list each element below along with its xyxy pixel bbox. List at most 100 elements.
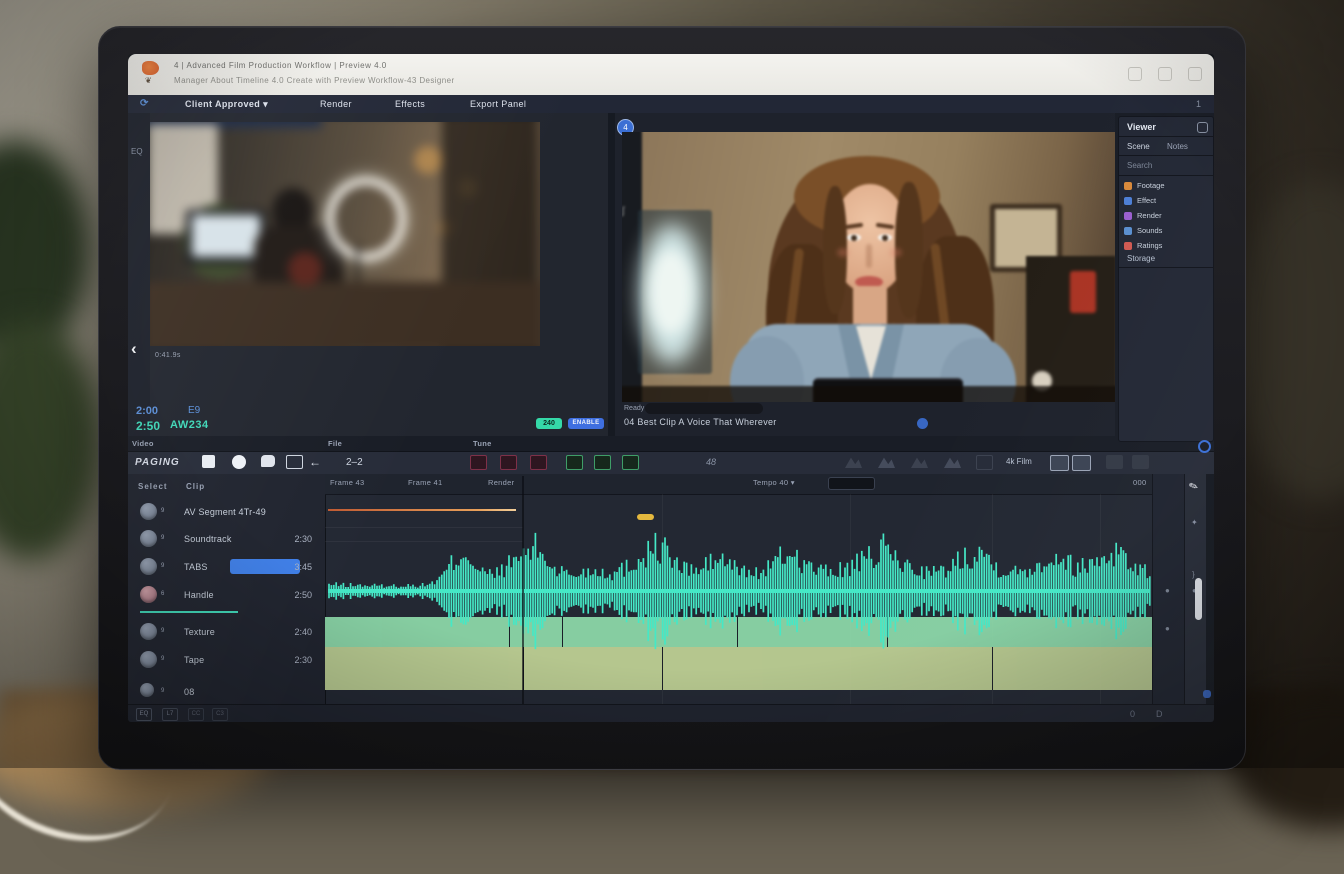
- track-name: Soundtrack: [184, 534, 232, 544]
- scene-red-object: [1070, 271, 1096, 313]
- ruler-label-2: Frame 41: [408, 478, 443, 487]
- track-num: 9: [161, 508, 164, 514]
- track-num: 9: [161, 688, 164, 694]
- track-name: TABS: [184, 562, 208, 572]
- track-list-panel: Select Clip 9 AV Segment 4Tr-49 9 Soundt…: [128, 474, 326, 704]
- status-icon-c3[interactable]: C3: [212, 708, 228, 721]
- playhead[interactable]: [522, 476, 524, 704]
- layout-toggle-icon[interactable]: [1072, 455, 1091, 471]
- viewer-item-sounds[interactable]: Sounds: [1124, 225, 1208, 238]
- status-icon-cc[interactable]: CC: [188, 708, 204, 721]
- track-row[interactable]: 9 AV Segment 4Tr-49: [128, 501, 325, 525]
- corner-blue-icon[interactable]: [1203, 690, 1211, 698]
- track-row[interactable]: 9 Texture 2:40: [128, 621, 325, 645]
- marker-red-icon[interactable]: [470, 455, 487, 470]
- audio-waveform[interactable]: [328, 509, 1152, 679]
- sparkle-icon[interactable]: ✦: [1191, 518, 1198, 527]
- format-label: 4k Film: [1006, 457, 1032, 466]
- brace-icon[interactable]: }: [1192, 570, 1195, 579]
- timecode-row1: 2:00: [136, 405, 158, 417]
- collapse-chevron-icon[interactable]: ‹: [131, 339, 137, 359]
- clip-green-icon[interactable]: [566, 455, 583, 470]
- clip-time-label: 0:41.9s: [155, 352, 181, 359]
- keyframe-icon[interactable]: [944, 455, 961, 468]
- center-counter: 48: [706, 457, 716, 467]
- track-name: Tape: [184, 655, 204, 665]
- track-row[interactable]: 9 Tape 2:30: [128, 649, 325, 673]
- stop-icon[interactable]: [202, 455, 215, 468]
- track-row[interactable]: 6 Handle 2:50: [128, 584, 325, 608]
- track-row[interactable]: 9 Soundtrack 2:30: [128, 528, 325, 552]
- timeline-section: Select Clip 9 AV Segment 4Tr-49 9 Soundt…: [128, 474, 1214, 704]
- viewer-item-ratings[interactable]: Ratings: [1124, 240, 1208, 253]
- image-icon[interactable]: [286, 455, 303, 469]
- scene-monitor-glow: [192, 215, 260, 257]
- viewer-item-footage[interactable]: Footage: [1124, 180, 1208, 193]
- timeline-ruler[interactable]: Frame 43 Frame 41 Render Tempo 40 ▾ 000: [325, 474, 1152, 495]
- timeline-tool-strip: ✎ ✦ } ●: [1184, 474, 1207, 704]
- program-caption: 04 Best Clip A Voice That Wherever: [624, 417, 777, 427]
- play-icon[interactable]: ⟳: [140, 98, 148, 109]
- menu-item-client-approved[interactable]: Client Approved ▾: [185, 99, 268, 110]
- viewer-item-render[interactable]: Render: [1124, 210, 1208, 223]
- window-control-icon[interactable]: [1158, 67, 1172, 81]
- scene-desk-dark: [622, 386, 1115, 402]
- scene-bokeh: [414, 146, 442, 174]
- section-label-tune: Tune: [473, 439, 492, 448]
- status-icon-eq[interactable]: EQ: [136, 708, 152, 721]
- program-status: Ready: [624, 405, 644, 412]
- range-counter: 2–2: [346, 457, 363, 468]
- tempo-dropdown[interactable]: Tempo 40 ▾: [753, 478, 795, 487]
- viewer-tab-notes[interactable]: Notes: [1167, 142, 1188, 151]
- clip-green-icon[interactable]: [622, 455, 639, 470]
- menu-item-render[interactable]: Render: [320, 99, 352, 109]
- tempo-value-box[interactable]: [828, 477, 875, 490]
- marker-red-icon[interactable]: [500, 455, 517, 470]
- track-avatar: [140, 558, 157, 575]
- timecode-row2-code: AW234: [170, 419, 209, 431]
- right-iris: [882, 235, 888, 241]
- track-duration: 2:30: [276, 655, 312, 665]
- record-icon[interactable]: [232, 455, 246, 469]
- viewer-panel: Viewer Scene Notes Search Footage Effect…: [1118, 116, 1214, 442]
- help-ring-icon[interactable]: [1198, 440, 1211, 453]
- menu-item-effects[interactable]: Effects: [395, 99, 425, 109]
- keyframe-dim-icon[interactable]: [976, 455, 993, 470]
- program-progress-pill[interactable]: [645, 403, 763, 414]
- layout-toggle-icon[interactable]: [1050, 455, 1069, 471]
- timeline-canvas[interactable]: Frame 43 Frame 41 Render Tempo 40 ▾ 000: [325, 474, 1152, 704]
- window-control-icon[interactable]: [1128, 67, 1142, 81]
- keyframe-icon[interactable]: [878, 455, 895, 468]
- vertical-scrollbar-thumb[interactable]: [1195, 578, 1202, 620]
- track-row-selected[interactable]: 9 TABS 3:45: [128, 556, 325, 580]
- viewer-footer-storage[interactable]: Storage: [1127, 254, 1155, 263]
- viewer-item-label: Effect: [1137, 196, 1156, 205]
- clip-green-icon[interactable]: [594, 455, 611, 470]
- source-video-frame[interactable]: [150, 122, 540, 346]
- lock-icon[interactable]: 0: [1130, 709, 1135, 719]
- back-arrow-icon[interactable]: ←: [309, 455, 321, 469]
- window-control-icon[interactable]: [1188, 67, 1202, 81]
- pen-icon[interactable]: ✎: [1187, 479, 1200, 494]
- viewer-search-input[interactable]: Search: [1127, 161, 1152, 170]
- keyframe-icon[interactable]: [845, 455, 862, 468]
- program-video-frame[interactable]: ʃ: [622, 132, 1115, 402]
- menu-item-export-panel[interactable]: Export Panel: [470, 99, 526, 109]
- eject-icon[interactable]: D: [1156, 709, 1163, 719]
- layout-dim-icon[interactable]: [1132, 455, 1149, 469]
- badge-teal[interactable]: 240: [536, 418, 562, 429]
- viewer-item-effect[interactable]: Effect: [1124, 195, 1208, 208]
- keyframe-icon[interactable]: [911, 455, 928, 468]
- scene-monitor-glow-core: [650, 250, 692, 334]
- track-avatar: [140, 683, 154, 697]
- viewer-tab-scene[interactable]: Scene: [1127, 142, 1150, 151]
- comment-icon[interactable]: [261, 455, 275, 467]
- program-sync-icon[interactable]: [917, 418, 928, 429]
- badge-blue[interactable]: ENABLE: [568, 418, 604, 429]
- layout-dim-icon[interactable]: [1106, 455, 1123, 469]
- status-icon-l7[interactable]: L7: [162, 708, 178, 721]
- track-row[interactable]: 9 08: [128, 681, 325, 705]
- panel-menu-icon[interactable]: [1197, 122, 1208, 133]
- track-duration: 2:50: [276, 590, 312, 600]
- marker-red-icon[interactable]: [530, 455, 547, 470]
